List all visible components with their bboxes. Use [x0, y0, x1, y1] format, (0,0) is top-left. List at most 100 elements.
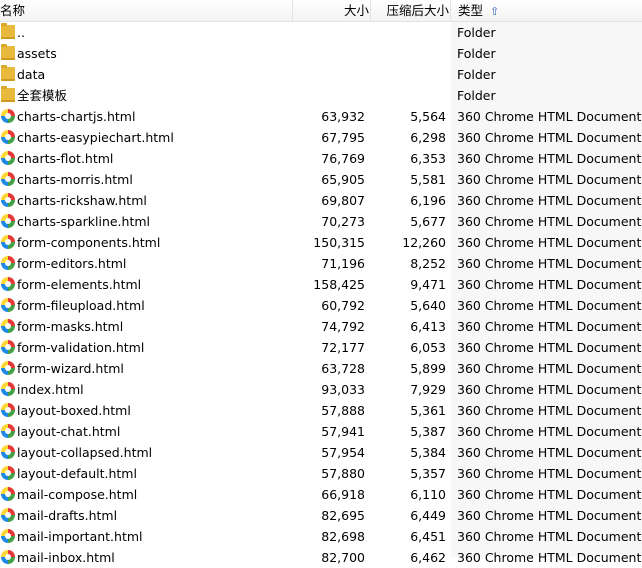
file-size: 76,769 [321, 151, 365, 166]
file-type: 360 Chrome HTML Document [457, 382, 642, 397]
html-file-icon [1, 424, 15, 438]
file-type: 360 Chrome HTML Document [457, 277, 642, 292]
file-row[interactable]: .. Folder [0, 22, 642, 43]
file-row[interactable]: form-components.html 150,315 12,260 360 Chr… [0, 232, 642, 253]
file-size: 74,792 [321, 319, 365, 334]
file-name: form-editors.html [17, 256, 127, 271]
file-row[interactable]: index.html 93,033 7,929 360 Chrome HTML Doc… [0, 379, 642, 400]
file-row[interactable]: charts-rickshaw.html 69,807 6,196 360 Chrom… [0, 190, 642, 211]
file-name: layout-collapsed.html [17, 445, 153, 460]
file-row[interactable]: data Folder [0, 64, 642, 85]
file-type: 360 Chrome HTML Document [457, 193, 642, 208]
file-name: charts-chartjs.html [17, 109, 136, 124]
file-row[interactable]: 全套模板 Folder [0, 85, 642, 106]
file-compressed-size: 6,196 [410, 193, 446, 208]
file-row[interactable]: layout-default.html 57,880 5,357 360 Chrome… [0, 463, 642, 484]
file-name: charts-flot.html [17, 151, 114, 166]
folder-icon [1, 23, 15, 39]
file-name: mail-compose.html [17, 487, 138, 502]
html-file-icon [1, 193, 15, 207]
file-type: 360 Chrome HTML Document [457, 550, 642, 565]
file-compressed-size: 5,677 [410, 214, 446, 229]
file-row[interactable]: mail-drafts.html 82,695 6,449 360 Chrome HT… [0, 505, 642, 526]
file-type: 360 Chrome HTML Document [457, 172, 642, 187]
file-size: 71,196 [321, 256, 365, 271]
file-size: 67,795 [321, 130, 365, 145]
file-size: 57,954 [321, 445, 365, 460]
html-file-icon [1, 214, 15, 228]
file-name: form-components.html [17, 235, 161, 250]
file-row[interactable]: layout-collapsed.html 57,954 5,384 360 Chro… [0, 442, 642, 463]
file-row[interactable]: form-elements.html 158,425 9,471 360 Chrome… [0, 274, 642, 295]
html-file-icon [1, 445, 15, 459]
file-size: 65,905 [321, 172, 365, 187]
file-type: 360 Chrome HTML Document [457, 109, 642, 124]
file-row[interactable]: mail-important.html 82,698 6,451 360 Chrome… [0, 526, 642, 547]
file-row[interactable]: charts-sparkline.html 70,273 5,677 360 Chro… [0, 211, 642, 232]
file-type: 360 Chrome HTML Document [457, 445, 642, 460]
file-name: charts-sparkline.html [17, 214, 151, 229]
file-row[interactable]: charts-morris.html 65,905 5,581 360 Chrome … [0, 169, 642, 190]
file-size: 70,273 [321, 214, 365, 229]
file-size: 57,880 [321, 466, 365, 481]
file-compressed-size: 5,361 [410, 403, 446, 418]
column-header-size[interactable]: 大小 [292, 0, 369, 21]
file-compressed-size: 6,110 [410, 487, 446, 502]
file-row[interactable]: form-wizard.html 63,728 5,899 360 Chrome HT… [0, 358, 642, 379]
column-header-name[interactable]: 名称 [0, 0, 290, 21]
file-row[interactable]: form-editors.html 71,196 8,252 360 Chrome H… [0, 253, 642, 274]
file-size: 57,888 [321, 403, 365, 418]
html-file-icon [1, 508, 15, 522]
file-compressed-size: 5,357 [410, 466, 446, 481]
html-file-icon [1, 235, 15, 249]
column-header-type[interactable]: 类型 ⇧ [450, 0, 642, 21]
file-type: 360 Chrome HTML Document [457, 424, 642, 439]
file-type: Folder [457, 67, 496, 82]
file-compressed-size: 6,053 [410, 340, 446, 355]
file-name: form-elements.html [17, 277, 142, 292]
file-name: layout-boxed.html [17, 403, 131, 418]
file-name: assets [17, 46, 57, 61]
file-row[interactable]: form-validation.html 72,177 6,053 360 Chrom… [0, 337, 642, 358]
file-compressed-size: 6,298 [410, 130, 446, 145]
column-header-compressed-size[interactable]: 压缩后大小 [370, 0, 449, 21]
file-size: 82,698 [321, 529, 365, 544]
file-row[interactable]: charts-easypiechart.html 67,795 6,298 360 C… [0, 127, 642, 148]
file-name: charts-easypiechart.html [17, 130, 174, 145]
html-file-icon [1, 319, 15, 333]
file-type: 360 Chrome HTML Document [457, 235, 642, 250]
html-file-icon [1, 130, 15, 144]
file-row[interactable]: charts-flot.html 76,769 6,353 360 Chrome HT… [0, 148, 642, 169]
html-file-icon [1, 550, 15, 564]
file-name: form-validation.html [17, 340, 145, 355]
file-row[interactable]: assets Folder [0, 43, 642, 64]
html-file-icon [1, 361, 15, 375]
file-compressed-size: 5,387 [410, 424, 446, 439]
file-compressed-size: 9,471 [410, 277, 446, 292]
file-row[interactable]: layout-chat.html 57,941 5,387 360 Chrome HT… [0, 421, 642, 442]
file-type: 360 Chrome HTML Document [457, 361, 642, 376]
folder-icon [1, 86, 15, 102]
file-name: mail-important.html [17, 529, 143, 544]
file-type: 360 Chrome HTML Document [457, 340, 642, 355]
file-name: 全套模板 [17, 88, 68, 103]
file-type: 360 Chrome HTML Document [457, 508, 642, 523]
file-compressed-size: 6,413 [410, 319, 446, 334]
file-type: 360 Chrome HTML Document [457, 298, 642, 313]
file-row[interactable]: form-masks.html 74,792 6,413 360 Chrome HTM… [0, 316, 642, 337]
html-file-icon [1, 151, 15, 165]
file-compressed-size: 5,640 [410, 298, 446, 313]
file-compressed-size: 6,353 [410, 151, 446, 166]
file-row[interactable]: layout-boxed.html 57,888 5,361 360 Chrome H… [0, 400, 642, 421]
file-row[interactable]: form-fileupload.html 60,792 5,640 360 Chrom… [0, 295, 642, 316]
file-size: 93,033 [321, 382, 365, 397]
file-row[interactable]: charts-chartjs.html 63,932 5,564 360 Chrome… [0, 106, 642, 127]
file-type: Folder [457, 46, 496, 61]
file-row[interactable]: mail-compose.html 66,918 6,110 360 Chrome H… [0, 484, 642, 505]
file-row[interactable]: mail-inbox.html 82,700 6,462 360 Chrome HTM… [0, 547, 642, 568]
html-file-icon [1, 382, 15, 396]
folder-icon [1, 65, 15, 81]
column-header-type-label: 类型 [458, 3, 484, 18]
folder-icon [1, 44, 15, 60]
file-size: 82,700 [321, 550, 365, 565]
